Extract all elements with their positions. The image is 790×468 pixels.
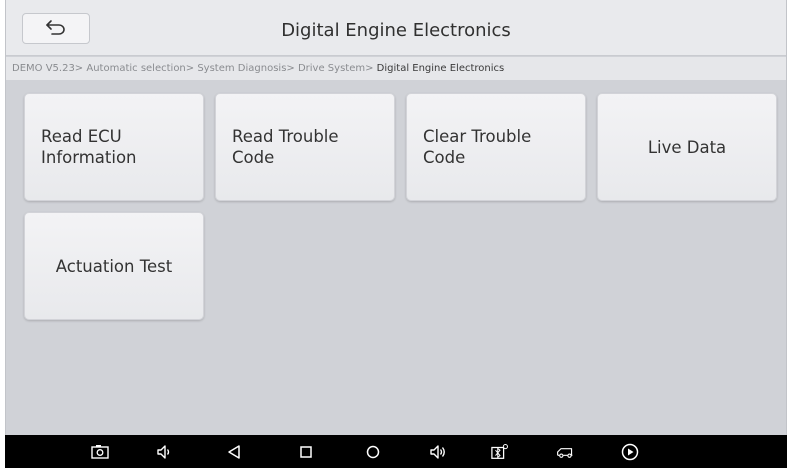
screenshot-icon[interactable] — [91, 443, 109, 461]
home-icon[interactable] — [364, 443, 382, 461]
tile-label: Read Trouble Code — [232, 94, 382, 200]
system-navigation-bar — [5, 435, 787, 468]
vci-connection-icon[interactable] — [491, 443, 509, 461]
live-data-button[interactable]: Live Data — [597, 93, 777, 201]
breadcrumb: DEMO V5.23> Automatic selection> System … — [6, 57, 786, 80]
tile-label-line: Clear Trouble — [423, 127, 532, 146]
breadcrumb-current: Digital Engine Electronics — [373, 63, 505, 74]
tile-label: Live Data — [647, 137, 727, 157]
tile-label: Clear Trouble Code — [423, 94, 573, 200]
breadcrumb-path[interactable]: DEMO V5.23> Automatic selection> System … — [12, 63, 373, 74]
app-window: Digital Engine Electronics DEMO V5.23> A… — [5, 0, 787, 435]
tile-label-line: Information — [41, 148, 137, 167]
tile-label: Read ECU Information — [41, 94, 191, 200]
read-trouble-code-button[interactable]: Read Trouble Code — [215, 93, 395, 201]
clear-trouble-code-button[interactable]: Clear Trouble Code — [406, 93, 586, 201]
tile-label-line: Read Trouble — [232, 127, 339, 146]
back-arrow-icon — [45, 19, 67, 39]
read-ecu-information-button[interactable]: Read ECU Information — [24, 93, 204, 201]
volume-up-icon[interactable] — [429, 443, 447, 461]
back-button[interactable] — [22, 13, 90, 44]
actuation-test-button[interactable]: Actuation Test — [24, 212, 204, 320]
tile-label-line: Code — [423, 148, 466, 167]
volume-down-icon[interactable] — [155, 443, 173, 461]
back-icon[interactable] — [225, 443, 243, 461]
title-bar: Digital Engine Electronics — [6, 0, 786, 56]
tile-label-line: Read ECU — [41, 127, 122, 146]
tile-label-line: Code — [232, 148, 275, 167]
recents-icon[interactable] — [297, 443, 315, 461]
page-title: Digital Engine Electronics — [281, 20, 511, 41]
play-icon[interactable] — [621, 443, 639, 461]
tile-label: Actuation Test — [55, 256, 173, 276]
vehicle-icon[interactable] — [556, 443, 574, 461]
